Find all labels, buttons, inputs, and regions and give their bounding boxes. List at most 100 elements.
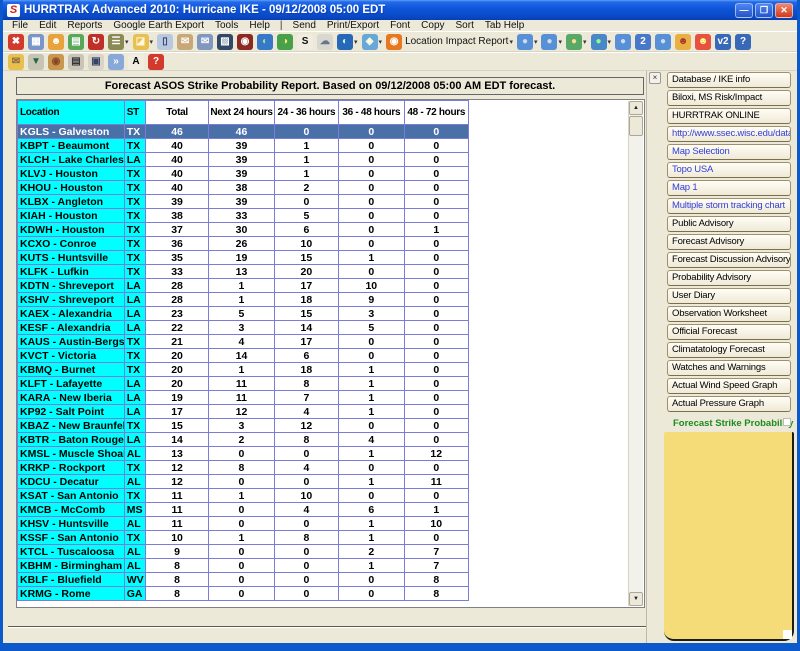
sidebar-item-hurrtrak-online[interactable]: HURRTRAK ONLINE <box>667 108 791 124</box>
state-cell[interactable]: TX <box>123 418 146 433</box>
export-document-button[interactable]: » <box>107 53 125 70</box>
location-cell[interactable]: KRMG - Rome <box>17 586 125 601</box>
value-cell[interactable]: 11 <box>144 488 210 503</box>
chevron-down-icon[interactable]: ▾ <box>379 38 383 46</box>
sidebar-item-public-advisory[interactable]: Public Advisory <box>667 216 791 232</box>
report-sphere-1-button[interactable]: ● ▾ <box>516 33 539 50</box>
value-cell[interactable]: 0 <box>273 558 340 573</box>
state-cell[interactable]: TX <box>123 488 146 503</box>
user-profile-button[interactable]: ☻ <box>47 33 65 50</box>
import-button[interactable]: ▼ <box>27 53 45 70</box>
table-row[interactable]: KHSV - Huntsville AL 11 0 0 1 10 <box>17 516 470 531</box>
help-button[interactable]: ? <box>734 33 752 50</box>
table-row[interactable]: KCXO - Conroe TX 36 26 10 0 0 <box>17 236 470 251</box>
sidebar-item-actual-pressure-graph[interactable]: Actual Pressure Graph <box>667 396 791 412</box>
value-cell[interactable]: 8 <box>403 572 470 587</box>
table-row[interactable]: KESF - Alexandria LA 22 3 14 5 0 <box>17 320 470 335</box>
value-cell[interactable]: 0 <box>208 558 275 573</box>
sidebar-close-icon[interactable]: × <box>649 72 661 84</box>
location-cell[interactable]: KRKP - Rockport <box>17 460 125 475</box>
location-cell[interactable]: KUTS - Huntsville <box>17 250 125 265</box>
menu-help[interactable]: Help <box>244 20 275 31</box>
value-cell[interactable]: 17 <box>144 404 210 419</box>
state-cell[interactable]: TX <box>123 250 146 265</box>
value-cell[interactable]: 20 <box>144 348 210 363</box>
state-cell[interactable]: TX <box>123 362 146 377</box>
location-cell[interactable]: KDWH - Houston <box>17 222 125 237</box>
value-cell[interactable]: 40 <box>144 166 210 181</box>
value-cell[interactable]: 0 <box>338 334 405 349</box>
value-cell[interactable]: 0 <box>338 348 405 363</box>
value-cell[interactable]: 21 <box>144 334 210 349</box>
column-header-st[interactable]: ST <box>123 100 146 125</box>
value-cell[interactable]: 0 <box>338 124 405 139</box>
table-row[interactable]: KSSF - San Antonio TX 10 1 8 1 0 <box>17 530 470 545</box>
value-cell[interactable]: 8 <box>273 432 340 447</box>
table-row[interactable]: KIAH - Houston TX 38 33 5 0 0 <box>17 208 470 223</box>
vertical-scrollbar[interactable]: ▲ ▼ <box>628 101 643 606</box>
state-cell[interactable]: AL <box>123 544 146 559</box>
value-cell[interactable]: 28 <box>144 278 210 293</box>
value-cell[interactable]: 1 <box>338 558 405 573</box>
location-cell[interactable]: KBAZ - New Braunfels <box>17 418 125 433</box>
send-mail-button[interactable]: ✉ <box>176 33 194 50</box>
value-cell[interactable]: 12 <box>144 460 210 475</box>
value-cell[interactable]: 0 <box>338 208 405 223</box>
menu-file[interactable]: File <box>7 20 33 31</box>
location-cell[interactable]: KIAH - Houston <box>17 208 125 223</box>
value-cell[interactable]: 0 <box>208 586 275 601</box>
state-cell[interactable]: TX <box>123 166 146 181</box>
state-cell[interactable]: TX <box>123 138 146 153</box>
value-cell[interactable]: 1 <box>338 362 405 377</box>
sidebar-item-official-forecast[interactable]: Official Forecast <box>667 324 791 340</box>
value-cell[interactable]: 33 <box>144 264 210 279</box>
value-cell[interactable]: 38 <box>144 208 210 223</box>
report-globe-1-button[interactable]: ● <box>614 33 632 50</box>
table-row[interactable]: KBLF - Bluefield WV 8 0 0 0 8 <box>17 572 470 587</box>
value-cell[interactable]: 6 <box>338 502 405 517</box>
minimize-button[interactable]: — <box>735 2 753 18</box>
state-cell[interactable]: LA <box>123 432 146 447</box>
refresh-button[interactable]: ↻ <box>87 33 105 50</box>
value-cell[interactable]: 15 <box>144 418 210 433</box>
value-cell[interactable]: 10 <box>273 488 340 503</box>
table-row[interactable]: KSAT - San Antonio TX 11 1 10 0 0 <box>17 488 470 503</box>
value-cell[interactable]: 0 <box>208 516 275 531</box>
value-cell[interactable]: 1 <box>338 446 405 461</box>
value-cell[interactable]: 0 <box>403 152 470 167</box>
state-cell[interactable]: AL <box>123 516 146 531</box>
table-row[interactable]: KTCL - Tuscaloosa AL 9 0 0 2 7 <box>17 544 470 559</box>
value-cell[interactable]: 30 <box>208 222 275 237</box>
column-header-location[interactable]: Location <box>17 100 125 125</box>
storm-tools-button[interactable]: ☁ <box>316 33 334 50</box>
table-row[interactable]: KDCU - Decatur AL 12 0 0 1 11 <box>17 474 470 489</box>
value-cell[interactable]: 20 <box>273 264 340 279</box>
sidebar-item-user-diary[interactable]: User Diary <box>667 288 791 304</box>
value-cell[interactable]: 6 <box>273 222 340 237</box>
document-button[interactable]: ▯ <box>156 33 174 50</box>
value-cell[interactable]: 39 <box>208 194 275 209</box>
value-cell[interactable]: 1 <box>338 516 405 531</box>
value-cell[interactable]: 23 <box>144 306 210 321</box>
exit-button[interactable]: ✖ <box>7 33 25 50</box>
value-cell[interactable]: 8 <box>403 586 470 601</box>
google-earth-button[interactable]: ◑ <box>276 33 294 50</box>
image-export-button[interactable]: ▨ <box>216 33 234 50</box>
open-mail-button[interactable]: ✉ <box>7 53 25 70</box>
state-cell[interactable]: TX <box>123 222 146 237</box>
scrollbar-thumb[interactable] <box>629 116 643 136</box>
value-cell[interactable]: 13 <box>208 264 275 279</box>
value-cell[interactable]: 8 <box>144 558 210 573</box>
value-cell[interactable]: 1 <box>208 488 275 503</box>
value-cell[interactable]: 0 <box>273 586 340 601</box>
value-cell[interactable]: 1 <box>338 404 405 419</box>
value-cell[interactable]: 2 <box>208 432 275 447</box>
people-impact-2-button[interactable]: ☻ <box>694 33 712 50</box>
location-cell[interactable]: KAEX - Alexandria <box>17 306 125 321</box>
value-cell[interactable]: 0 <box>273 194 340 209</box>
table-row[interactable]: KRMG - Rome GA 8 0 0 0 8 <box>17 586 470 601</box>
sidebar-active-item[interactable]: Forecast Strike Probability <box>673 418 793 429</box>
state-cell[interactable]: TX <box>123 460 146 475</box>
value-cell[interactable]: 0 <box>273 474 340 489</box>
value-cell[interactable]: 0 <box>338 460 405 475</box>
